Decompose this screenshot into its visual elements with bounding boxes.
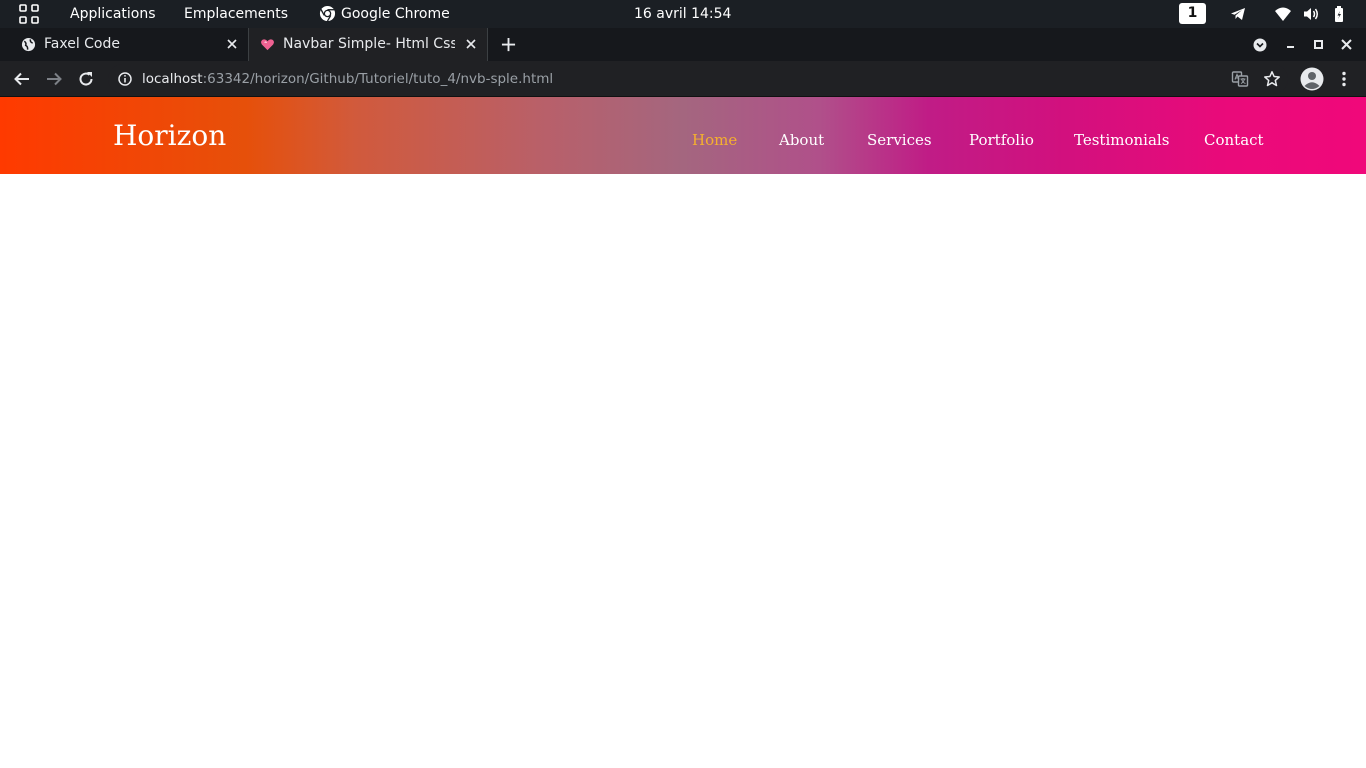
site-navbar: Horizon Home About Services Portfolio Te… bbox=[0, 97, 1366, 174]
tab-title: Navbar Simple- Html Css bbox=[283, 36, 455, 52]
tab-strip: Faxel Code Navbar Simple- Html Css bbox=[0, 28, 1366, 61]
volume-icon[interactable] bbox=[1302, 5, 1320, 23]
nav-link-contact[interactable]: Contact bbox=[1204, 129, 1264, 151]
tab-faxel-code[interactable]: Faxel Code bbox=[0, 28, 247, 61]
url-path: :63342/horizon/Github/Tutoriel/tuto_4/nv… bbox=[202, 71, 554, 87]
tab-navbar-simple[interactable]: Navbar Simple- Html Css bbox=[248, 28, 488, 61]
applications-menu[interactable]: Applications bbox=[70, 5, 156, 23]
url-host: localhost bbox=[142, 71, 203, 87]
minimize-icon[interactable] bbox=[1284, 38, 1297, 51]
tab-title: Faxel Code bbox=[44, 36, 120, 52]
heart-icon bbox=[261, 39, 274, 51]
app-grid-icon[interactable] bbox=[19, 4, 39, 24]
chrome-icon bbox=[319, 5, 336, 22]
forward-icon[interactable] bbox=[45, 70, 63, 88]
page-viewport: Horizon Home About Services Portfolio Te… bbox=[0, 97, 1366, 768]
back-icon[interactable] bbox=[13, 70, 31, 88]
url-text[interactable]: localhost:63342/horizon/Github/Tutoriel/… bbox=[142, 70, 553, 88]
tab-search-icon[interactable] bbox=[1253, 38, 1267, 52]
nav-links: Home About Services Portfolio Testimonia… bbox=[0, 129, 1366, 151]
new-tab-icon[interactable] bbox=[501, 37, 516, 52]
nav-link-home[interactable]: Home bbox=[692, 129, 737, 151]
reload-icon[interactable] bbox=[77, 70, 95, 88]
nav-link-services[interactable]: Services bbox=[867, 129, 932, 151]
info-icon[interactable] bbox=[118, 72, 132, 86]
globe-icon bbox=[21, 37, 36, 52]
nav-link-about[interactable]: About bbox=[779, 129, 824, 151]
translate-icon[interactable] bbox=[1231, 70, 1249, 88]
active-app-menu[interactable]: Google Chrome bbox=[341, 5, 450, 23]
close-window-icon[interactable] bbox=[1340, 38, 1353, 51]
workspace-indicator[interactable]: 1 bbox=[1179, 3, 1206, 24]
telegram-icon[interactable] bbox=[1229, 5, 1247, 23]
places-menu[interactable]: Emplacements bbox=[184, 5, 288, 23]
browser-toolbar: localhost:63342/horizon/Github/Tutoriel/… bbox=[0, 61, 1366, 97]
nav-link-portfolio[interactable]: Portfolio bbox=[969, 129, 1034, 151]
wifi-icon[interactable] bbox=[1274, 5, 1292, 23]
nav-link-testimonials[interactable]: Testimonials bbox=[1074, 129, 1169, 151]
profile-avatar-icon[interactable] bbox=[1300, 67, 1324, 91]
address-bar[interactable]: localhost:63342/horizon/Github/Tutoriel/… bbox=[108, 64, 1288, 94]
clock[interactable]: 16 avril 14:54 bbox=[634, 5, 731, 23]
maximize-icon[interactable] bbox=[1312, 38, 1325, 51]
bookmark-star-icon[interactable] bbox=[1263, 70, 1281, 88]
battery-icon[interactable] bbox=[1330, 5, 1348, 23]
system-top-bar: Applications Emplacements Google Chrome … bbox=[0, 0, 1366, 28]
close-tab-icon[interactable] bbox=[226, 38, 238, 50]
more-menu-icon[interactable] bbox=[1335, 70, 1353, 88]
close-tab-icon[interactable] bbox=[465, 38, 477, 50]
